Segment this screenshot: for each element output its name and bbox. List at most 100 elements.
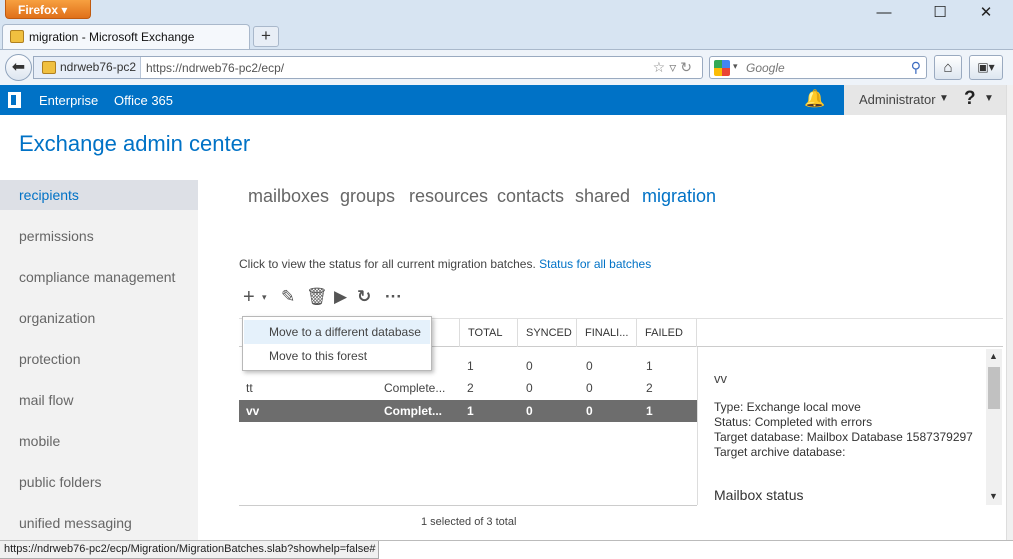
admin-caret-icon[interactable]: ▼	[939, 93, 949, 104]
details-mailbox-status: Mailbox status	[714, 487, 804, 503]
cell-synced: 0	[526, 404, 533, 418]
tab-groups[interactable]: groups	[340, 186, 395, 207]
cell-failed: 2	[646, 381, 653, 395]
cell-synced: 0	[526, 359, 533, 373]
grid-divider	[239, 505, 697, 506]
home-button[interactable]: ⌂	[934, 55, 962, 80]
home-icon: ⌂	[943, 59, 953, 76]
addon-button[interactable]: ▣▾	[969, 55, 1003, 80]
nav-item-permissions[interactable]: permissions	[0, 221, 198, 251]
enterprise-link[interactable]: Enterprise	[39, 93, 98, 108]
admin-menu[interactable]: Administrator	[859, 92, 936, 107]
status-bar: https://ndrweb76-pc2/ecp/Migration/Migra…	[0, 540, 1013, 559]
back-button[interactable]: ⬅	[5, 54, 32, 81]
cell-finalized: 0	[586, 359, 593, 373]
table-row[interactable]: tt Complete... 2 0 0 2	[239, 377, 697, 399]
page-scrollbar[interactable]	[1006, 85, 1013, 540]
maximize-icon[interactable]: ☐	[925, 4, 955, 22]
site-identity[interactable]: ndrweb76-pc2	[34, 57, 141, 78]
navigation-bar: ⬅ ndrweb76-pc2 https://ndrweb76-pc2/ecp/…	[0, 49, 1013, 85]
help-caret-icon[interactable]: ▼	[984, 93, 994, 104]
firefox-label: Firefox	[18, 3, 59, 17]
table-row-selected[interactable]: vv Complet... 1 0 0 1	[239, 400, 697, 422]
menu-item-move-different-database[interactable]: Move to a different database	[244, 320, 430, 344]
scroll-down-icon[interactable]: ▼	[989, 491, 998, 501]
details-pane: vv Type: Exchange local move Status: Com…	[697, 347, 1003, 505]
refresh-icon[interactable]: ↻	[357, 286, 371, 308]
tab-resources[interactable]: resources	[409, 186, 488, 207]
minimize-icon[interactable]: —	[869, 4, 899, 22]
exchange-favicon-icon	[10, 30, 24, 43]
close-icon[interactable]: ✕	[971, 4, 1001, 22]
dropdown-arrow-icon[interactable]: ▿	[669, 59, 680, 75]
details-target-archive: Target archive database:	[714, 445, 846, 459]
nav-item-unified-messaging[interactable]: unified messaging	[0, 508, 198, 538]
nav-item-public-folders[interactable]: public folders	[0, 467, 198, 497]
status-url: https://ndrweb76-pc2/ecp/Migration/Migra…	[0, 541, 380, 559]
column-failed[interactable]: FAILED	[636, 319, 697, 347]
url-bar-icons[interactable]: ☆▿↻	[653, 59, 696, 76]
new-tab-button[interactable]: +	[253, 26, 279, 47]
search-icon[interactable]: ⚲	[911, 59, 921, 76]
search-placeholder: Google	[746, 61, 785, 75]
selection-count: 1 selected of 3 total	[421, 516, 517, 528]
firefox-menu-button[interactable]: Firefox ▾	[5, 0, 91, 19]
site-identity-label: ndrweb76-pc2	[60, 60, 137, 74]
url-text: https://ndrweb76-pc2/ecp/	[146, 61, 285, 75]
play-icon[interactable]: ▶	[334, 286, 347, 308]
more-icon[interactable]: ···	[385, 286, 402, 308]
tab-title: migration - Microsoft Exchange	[29, 30, 195, 44]
nav-item-mobile[interactable]: mobile	[0, 426, 198, 456]
tab-contacts[interactable]: contacts	[497, 186, 564, 207]
scroll-up-icon[interactable]: ▲	[989, 351, 998, 361]
menu-item-move-this-forest[interactable]: Move to this forest	[244, 344, 430, 368]
column-synced[interactable]: SYNCED	[517, 319, 576, 347]
search-engine-caret-icon[interactable]: ▾	[733, 61, 738, 72]
admin-area: Administrator ▼ ? ▼	[844, 85, 1006, 115]
tab-migration[interactable]: migration	[642, 186, 716, 207]
add-caret-icon[interactable]: ▾	[262, 286, 267, 308]
nav-item-organization[interactable]: organization	[0, 303, 198, 333]
cell-finalized: 0	[586, 404, 593, 418]
status-all-batches-link[interactable]: Status for all batches	[539, 257, 651, 271]
search-box[interactable]: ▾ Google ⚲	[709, 56, 927, 79]
url-bar[interactable]: ndrweb76-pc2 https://ndrweb76-pc2/ecp/ ☆…	[33, 56, 703, 79]
column-total[interactable]: TOTAL	[459, 319, 517, 347]
office-logo-icon[interactable]	[8, 92, 21, 108]
left-navigation: recipients permissions compliance manage…	[0, 180, 198, 540]
cell-synced: 0	[526, 381, 533, 395]
google-icon[interactable]	[714, 60, 730, 76]
new-batch-dropdown: Move to a different database Move to thi…	[242, 316, 432, 371]
cell-finalized: 0	[586, 381, 593, 395]
app-title: Exchange admin center	[19, 131, 251, 156]
details-batch-name: vv	[714, 371, 727, 386]
office365-link[interactable]: Office 365	[114, 93, 173, 108]
nav-item-compliance-management[interactable]: compliance management	[0, 262, 198, 292]
browser-chrome: Firefox ▾ — ☐ ✕ migration - Microsoft Ex…	[0, 0, 1013, 85]
nav-item-recipients[interactable]: recipients	[0, 180, 198, 210]
tab-shared[interactable]: shared	[575, 186, 630, 207]
bookmark-star-icon[interactable]: ☆	[653, 59, 670, 75]
edit-icon[interactable]: ✎	[281, 286, 295, 308]
browser-tab[interactable]: migration - Microsoft Exchange	[2, 24, 250, 49]
cell-status: Complete...	[384, 381, 446, 395]
details-scrollbar[interactable]: ▲ ▼	[986, 349, 1002, 505]
cell-name: tt	[246, 381, 253, 395]
details-type: Type: Exchange local move	[714, 400, 861, 414]
delete-icon[interactable]: 🗑	[306, 286, 328, 308]
nav-item-protection[interactable]: protection	[0, 344, 198, 374]
help-button[interactable]: ?	[964, 88, 976, 110]
cell-failed: 1	[646, 359, 653, 373]
cell-total: 2	[467, 381, 474, 395]
details-target-database: Target database: Mailbox Database 158737…	[714, 430, 973, 444]
notification-bell-icon[interactable]: 🔔	[804, 89, 825, 109]
tab-mailboxes[interactable]: mailboxes	[248, 186, 329, 207]
info-text: Click to view the status for all current…	[239, 257, 536, 271]
details-status: Status: Completed with errors	[714, 415, 873, 429]
addon-icon: ▣▾	[977, 60, 995, 74]
scroll-thumb[interactable]	[988, 367, 1000, 409]
nav-item-mail-flow[interactable]: mail flow	[0, 385, 198, 415]
reload-icon[interactable]: ↻	[680, 59, 696, 75]
add-icon[interactable]: +	[243, 286, 255, 308]
column-finalized[interactable]: FINALI...	[576, 319, 636, 347]
